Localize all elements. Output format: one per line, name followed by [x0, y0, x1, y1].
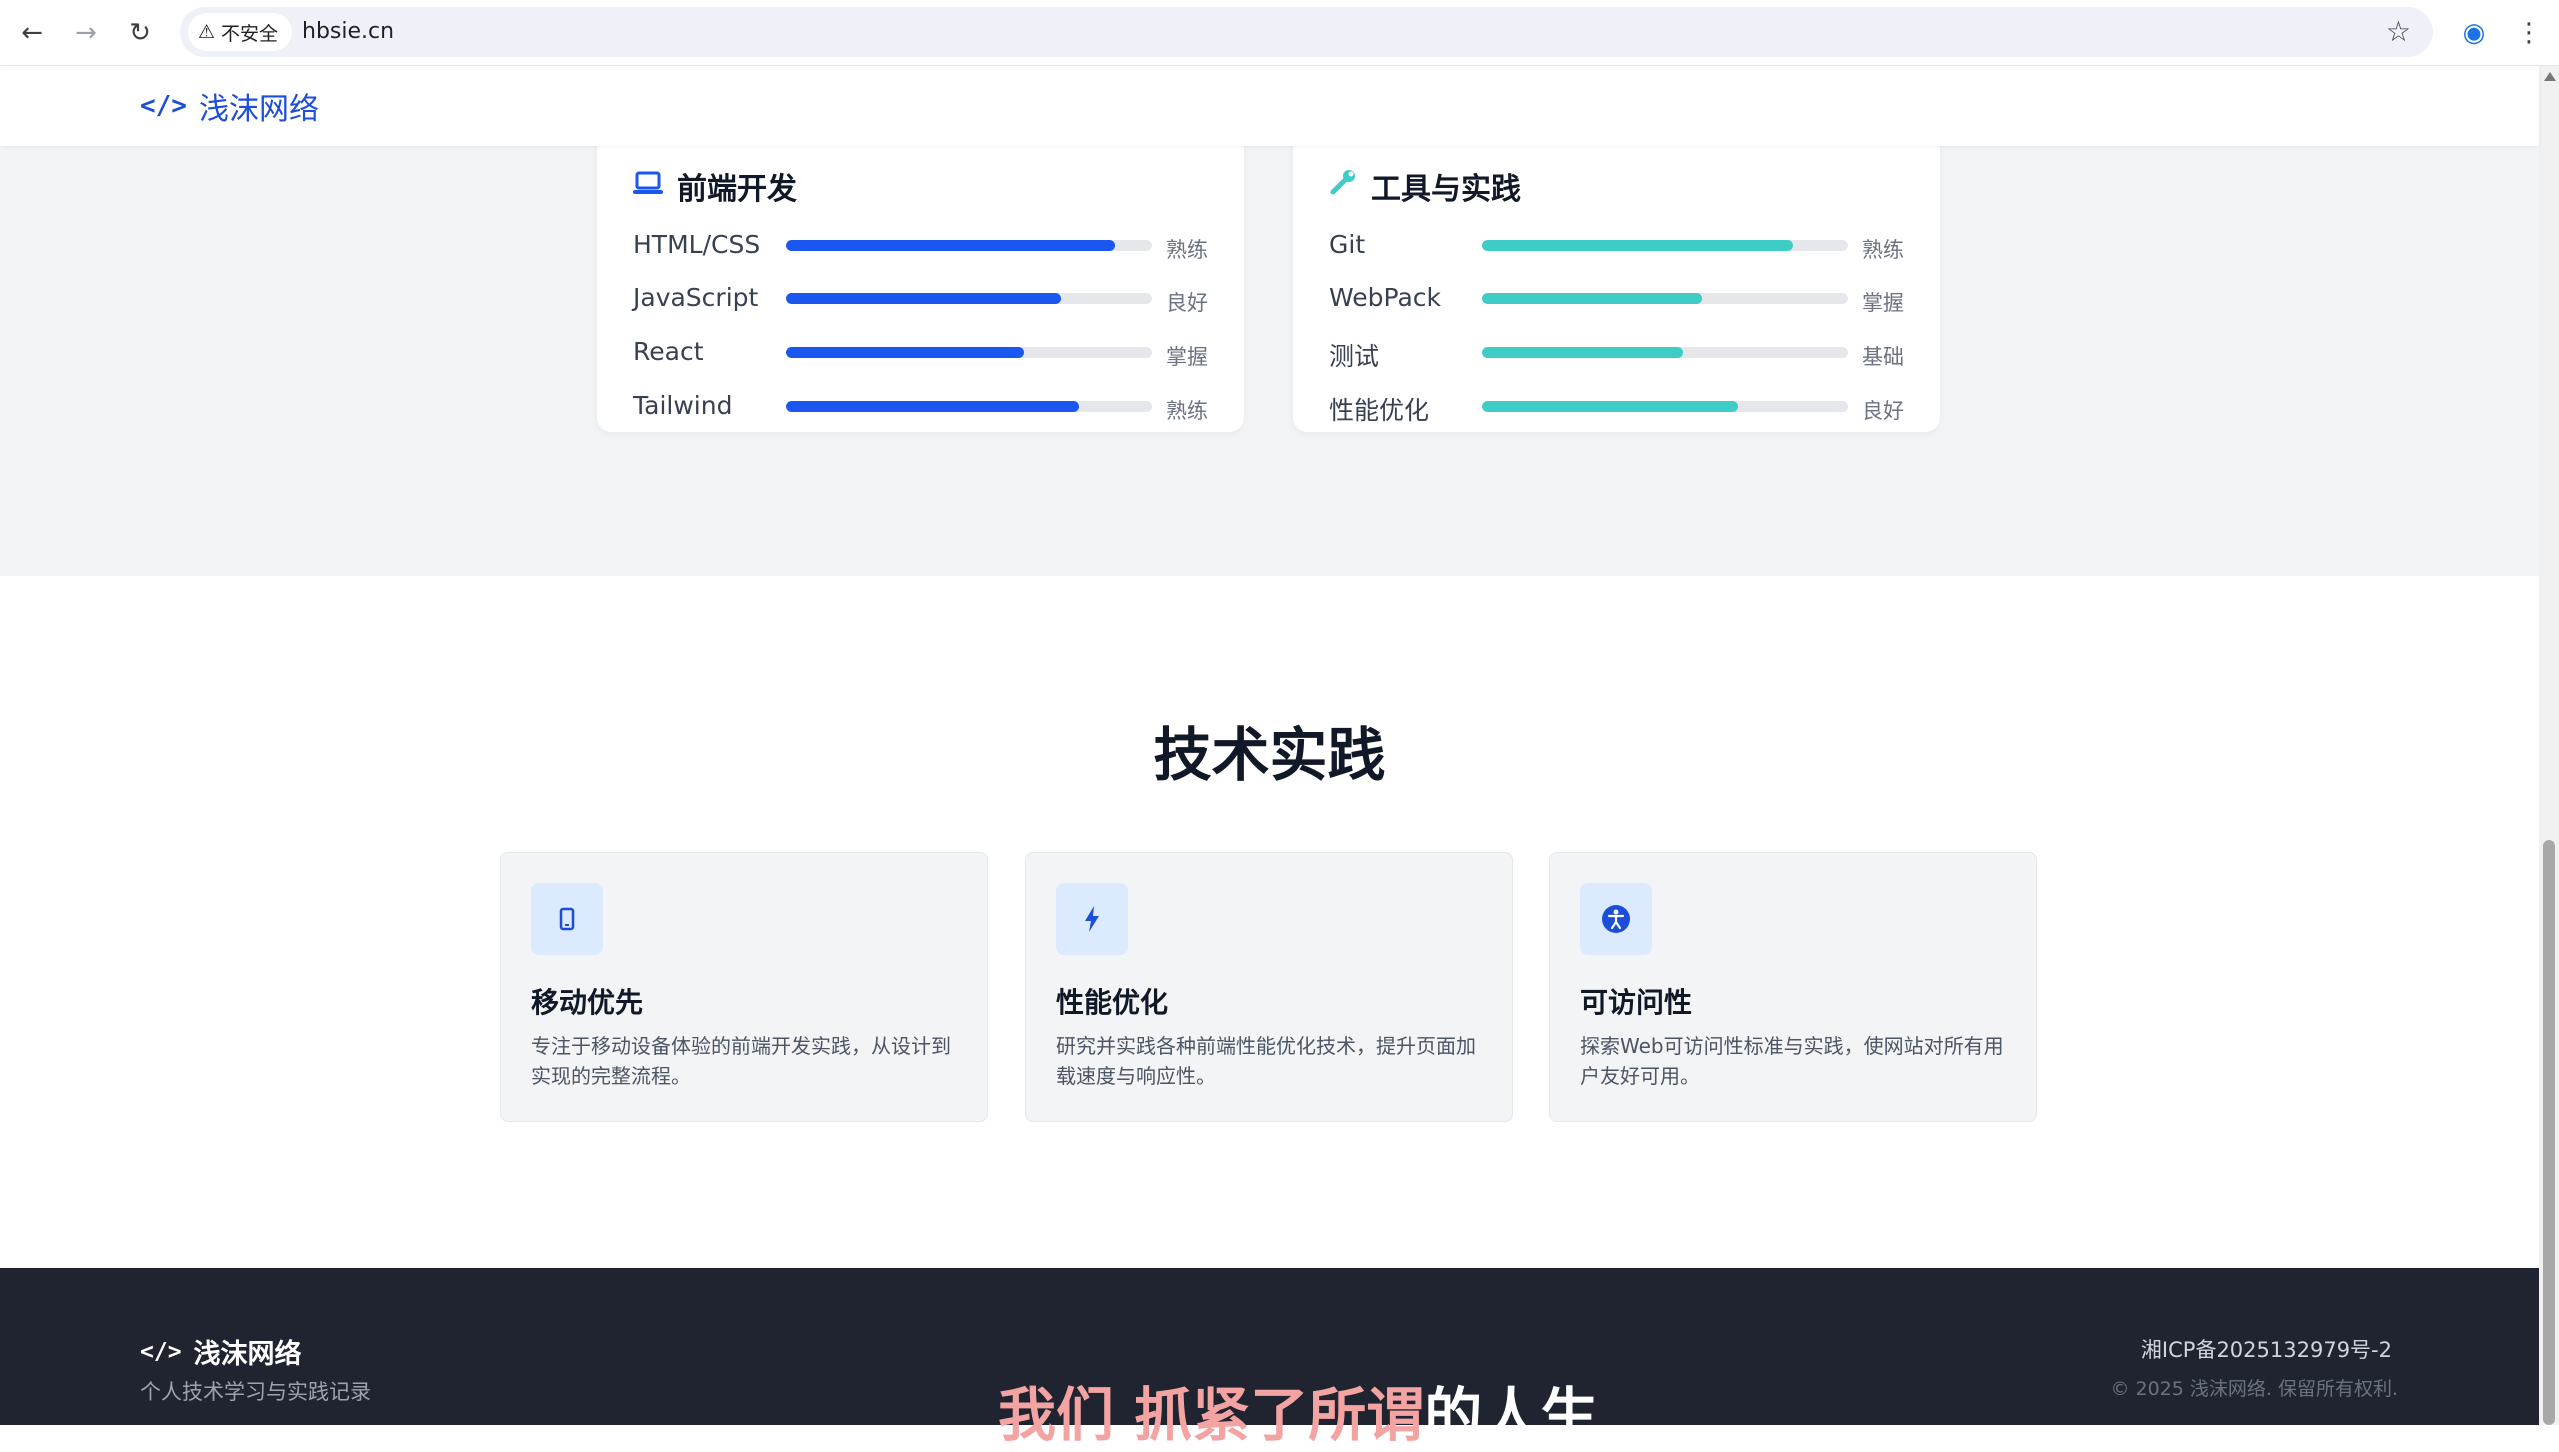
skill-row: HTML/CSS 熟练 — [633, 226, 1208, 266]
reload-icon: ↻ — [129, 18, 151, 48]
browser-toolbar: ← → ↻ ⚠ 不安全 hbsie.cn ☆ ◉ ⋮ — [0, 0, 2559, 66]
practice-card-desc: 探索Web可访问性标准与实践，使网站对所有用户友好可用。 — [1580, 1034, 2004, 1088]
page-scrollbar[interactable] — [2539, 66, 2559, 1425]
skill-card-frontend: 前端开发 HTML/CSS 熟练 JavaScript 良好 React 掌握 Tailwi… — [597, 96, 1244, 432]
site-logo[interactable]: </> 浅沫网络 — [140, 84, 319, 128]
practice-card-title: 性能优化 — [1056, 986, 1169, 1019]
skill-level: 熟练 — [1862, 238, 1904, 262]
scrollbar-thumb[interactable] — [2543, 840, 2555, 1425]
skill-progress-track — [786, 401, 1152, 412]
footer-tagline: 个人技术学习与实践记录 — [140, 1380, 371, 1404]
code-icon: </> — [140, 1338, 182, 1365]
arrow-left-icon: ← — [21, 18, 43, 48]
bolt-icon — [1056, 883, 1128, 955]
skill-progress-fill — [786, 240, 1116, 251]
skill-progress-track — [1482, 347, 1848, 358]
scroll-up-arrow-icon[interactable] — [2544, 72, 2556, 81]
skill-row: Tailwind 熟练 — [633, 387, 1208, 427]
skill-row: JavaScript 良好 — [633, 279, 1208, 319]
skill-progress-fill — [1482, 347, 1684, 358]
skill-progress-track — [1482, 293, 1848, 304]
skill-name: Tailwind — [633, 391, 733, 420]
skill-progress-track — [1482, 401, 1848, 412]
skill-progress-track — [1482, 240, 1848, 251]
skill-row: Git 熟练 — [1329, 226, 1904, 266]
skill-row: React 掌握 — [633, 333, 1208, 373]
skill-name: HTML/CSS — [633, 230, 761, 259]
footer-slogan: 我们 抓紧了所谓的人生 — [998, 1368, 1598, 1452]
skill-row: WebPack 掌握 — [1329, 279, 1904, 319]
skill-level: 熟练 — [1166, 399, 1208, 423]
skill-card-title: 前端开发 — [633, 164, 797, 208]
mobile-icon — [531, 883, 603, 955]
skill-progress-fill — [786, 347, 1024, 358]
practice-section-title: 技术实践 — [1153, 721, 1386, 789]
url-text[interactable]: hbsie.cn — [302, 7, 394, 57]
skill-progress-fill — [1482, 240, 1794, 251]
skill-card-tools: 工具与实践 Git 熟练 WebPack 掌握测试 基础性能优化 良好 — [1293, 96, 1940, 432]
code-icon: </> — [140, 91, 187, 121]
arrow-right-icon: → — [75, 18, 97, 48]
forward-button[interactable]: → — [68, 15, 104, 51]
skill-name: 性能优化 — [1329, 396, 1430, 425]
laptop-icon — [633, 169, 663, 204]
skill-name: WebPack — [1329, 283, 1441, 312]
skill-name: JavaScript — [633, 283, 759, 312]
skill-name: Git — [1329, 230, 1366, 259]
site-header: </> 浅沫网络 — [0, 66, 2539, 146]
accessibility-icon — [1580, 883, 1652, 955]
footer-slogan-highlight: 我们 抓紧了所谓 — [998, 1381, 1425, 1449]
icp-link[interactable]: 湘ICP备2025132979号-2 — [2141, 1334, 2392, 1364]
skill-progress-track — [786, 347, 1152, 358]
profile-button[interactable]: ◉ — [2455, 14, 2493, 52]
skill-progress-fill — [1482, 401, 1739, 412]
skill-progress-track — [786, 240, 1152, 251]
menu-button[interactable]: ⋮ — [2510, 14, 2548, 52]
skill-row: 测试 基础 — [1329, 333, 1904, 373]
site-brand-name: 浅沫网络 — [198, 92, 319, 127]
skill-name: React — [633, 337, 704, 366]
skill-progress-fill — [786, 401, 1079, 412]
practice-card-desc: 专注于移动设备体验的前端开发实践，从设计到实现的完整流程。 — [531, 1034, 951, 1088]
copyright-text: © 2025 浅沫网络. 保留所有权利. — [2110, 1378, 2398, 1400]
skill-card-title: 工具与实践 — [1329, 164, 1521, 208]
security-chip[interactable]: ⚠ 不安全 — [188, 13, 293, 51]
kebab-menu-icon: ⋮ — [2516, 18, 2542, 48]
wrench-icon — [1329, 168, 1357, 204]
practice-card-title: 移动优先 — [531, 986, 644, 1019]
warning-icon: ⚠ — [198, 21, 216, 43]
footer-logo[interactable]: </> 浅沫网络 — [140, 1332, 302, 1371]
skill-card-title-text: 工具与实践 — [1371, 172, 1521, 207]
skill-card-title-text: 前端开发 — [677, 172, 797, 207]
site-footer: </> 浅沫网络 个人技术学习与实践记录 我们 抓紧了所谓的人生 湘ICP备20… — [0, 1268, 2539, 1449]
skill-name: 测试 — [1329, 342, 1380, 371]
skill-level: 掌握 — [1862, 291, 1904, 315]
reload-button[interactable]: ↻ — [122, 15, 158, 51]
practice-card-mobile: 移动优先 专注于移动设备体验的前端开发实践，从设计到实现的完整流程。 — [500, 852, 988, 1122]
practice-card-title: 可访问性 — [1580, 986, 1693, 1019]
security-label: 不安全 — [221, 22, 279, 45]
skill-level: 良好 — [1166, 291, 1208, 315]
practice-card-desc: 研究并实践各种前端性能优化技术，提升页面加载速度与响应性。 — [1056, 1034, 1476, 1088]
skill-progress-fill — [786, 293, 1061, 304]
practice-card-accessibility: 可访问性 探索Web可访问性标准与实践，使网站对所有用户友好可用。 — [1549, 852, 2037, 1122]
profile-icon: ◉ — [2462, 18, 2486, 48]
footer-brand-name: 浅沫网络 — [193, 1339, 302, 1370]
skill-progress-fill — [1482, 293, 1702, 304]
skill-level: 掌握 — [1166, 345, 1208, 369]
back-button[interactable]: ← — [14, 15, 50, 51]
skill-level: 基础 — [1862, 345, 1904, 369]
footer-slogan-rest: 的人生 — [1424, 1381, 1599, 1449]
skill-row: 性能优化 良好 — [1329, 387, 1904, 427]
skill-level: 良好 — [1862, 399, 1904, 423]
bookmark-star-icon[interactable]: ☆ — [2386, 15, 2411, 48]
skill-progress-track — [786, 293, 1152, 304]
skill-level: 熟练 — [1166, 238, 1208, 262]
address-bar[interactable]: ⚠ 不安全 hbsie.cn ☆ — [180, 7, 2433, 57]
practice-card-performance: 性能优化 研究并实践各种前端性能优化技术，提升页面加载速度与响应性。 — [1025, 852, 1513, 1122]
